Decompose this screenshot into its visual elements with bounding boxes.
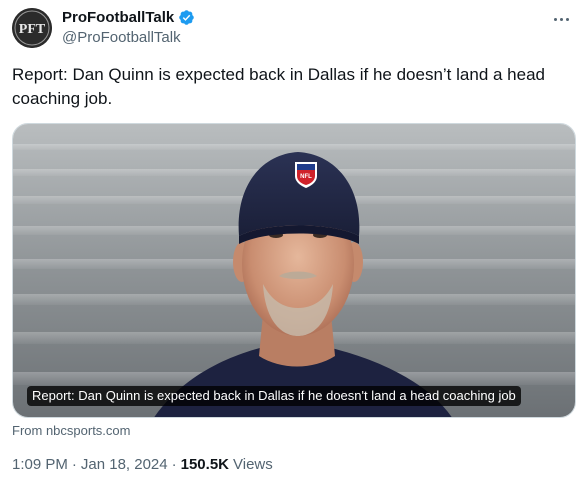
display-name[interactable]: ProFootballTalk (62, 9, 174, 26)
svg-text:PFT: PFT (19, 22, 46, 37)
views-label: Views (233, 456, 273, 473)
tweet-time[interactable]: 1:09 PM (12, 456, 68, 473)
views-count[interactable]: 150.5K (181, 456, 229, 473)
tweet-text: Report: Dan Quinn is expected back in Da… (12, 65, 545, 108)
card-caption: Report: Dan Quinn is expected back in Da… (27, 386, 521, 406)
svg-text:NFL: NFL (300, 174, 312, 180)
separator-dot: · (71, 456, 77, 473)
handle[interactable]: @ProFootballTalk (62, 29, 181, 46)
more-options-icon[interactable] (549, 9, 573, 29)
photo-man-in-cap: NFL (13, 124, 575, 417)
author-name-row: ProFootballTalk (62, 9, 195, 26)
card-source[interactable]: From nbcsports.com (12, 423, 130, 438)
avatar[interactable]: PFT (12, 8, 52, 48)
separator-dot: · (171, 456, 177, 473)
tweet-meta: 1:09 PM · Jan 18, 2024 · 150.5K Views (12, 456, 273, 473)
tweet-date[interactable]: Jan 18, 2024 (81, 456, 168, 473)
link-card-image[interactable]: NFL Report: Dan Quinn is expected back i… (12, 123, 576, 418)
avatar-logo: PFT (12, 8, 52, 48)
verified-badge-icon (179, 10, 194, 25)
